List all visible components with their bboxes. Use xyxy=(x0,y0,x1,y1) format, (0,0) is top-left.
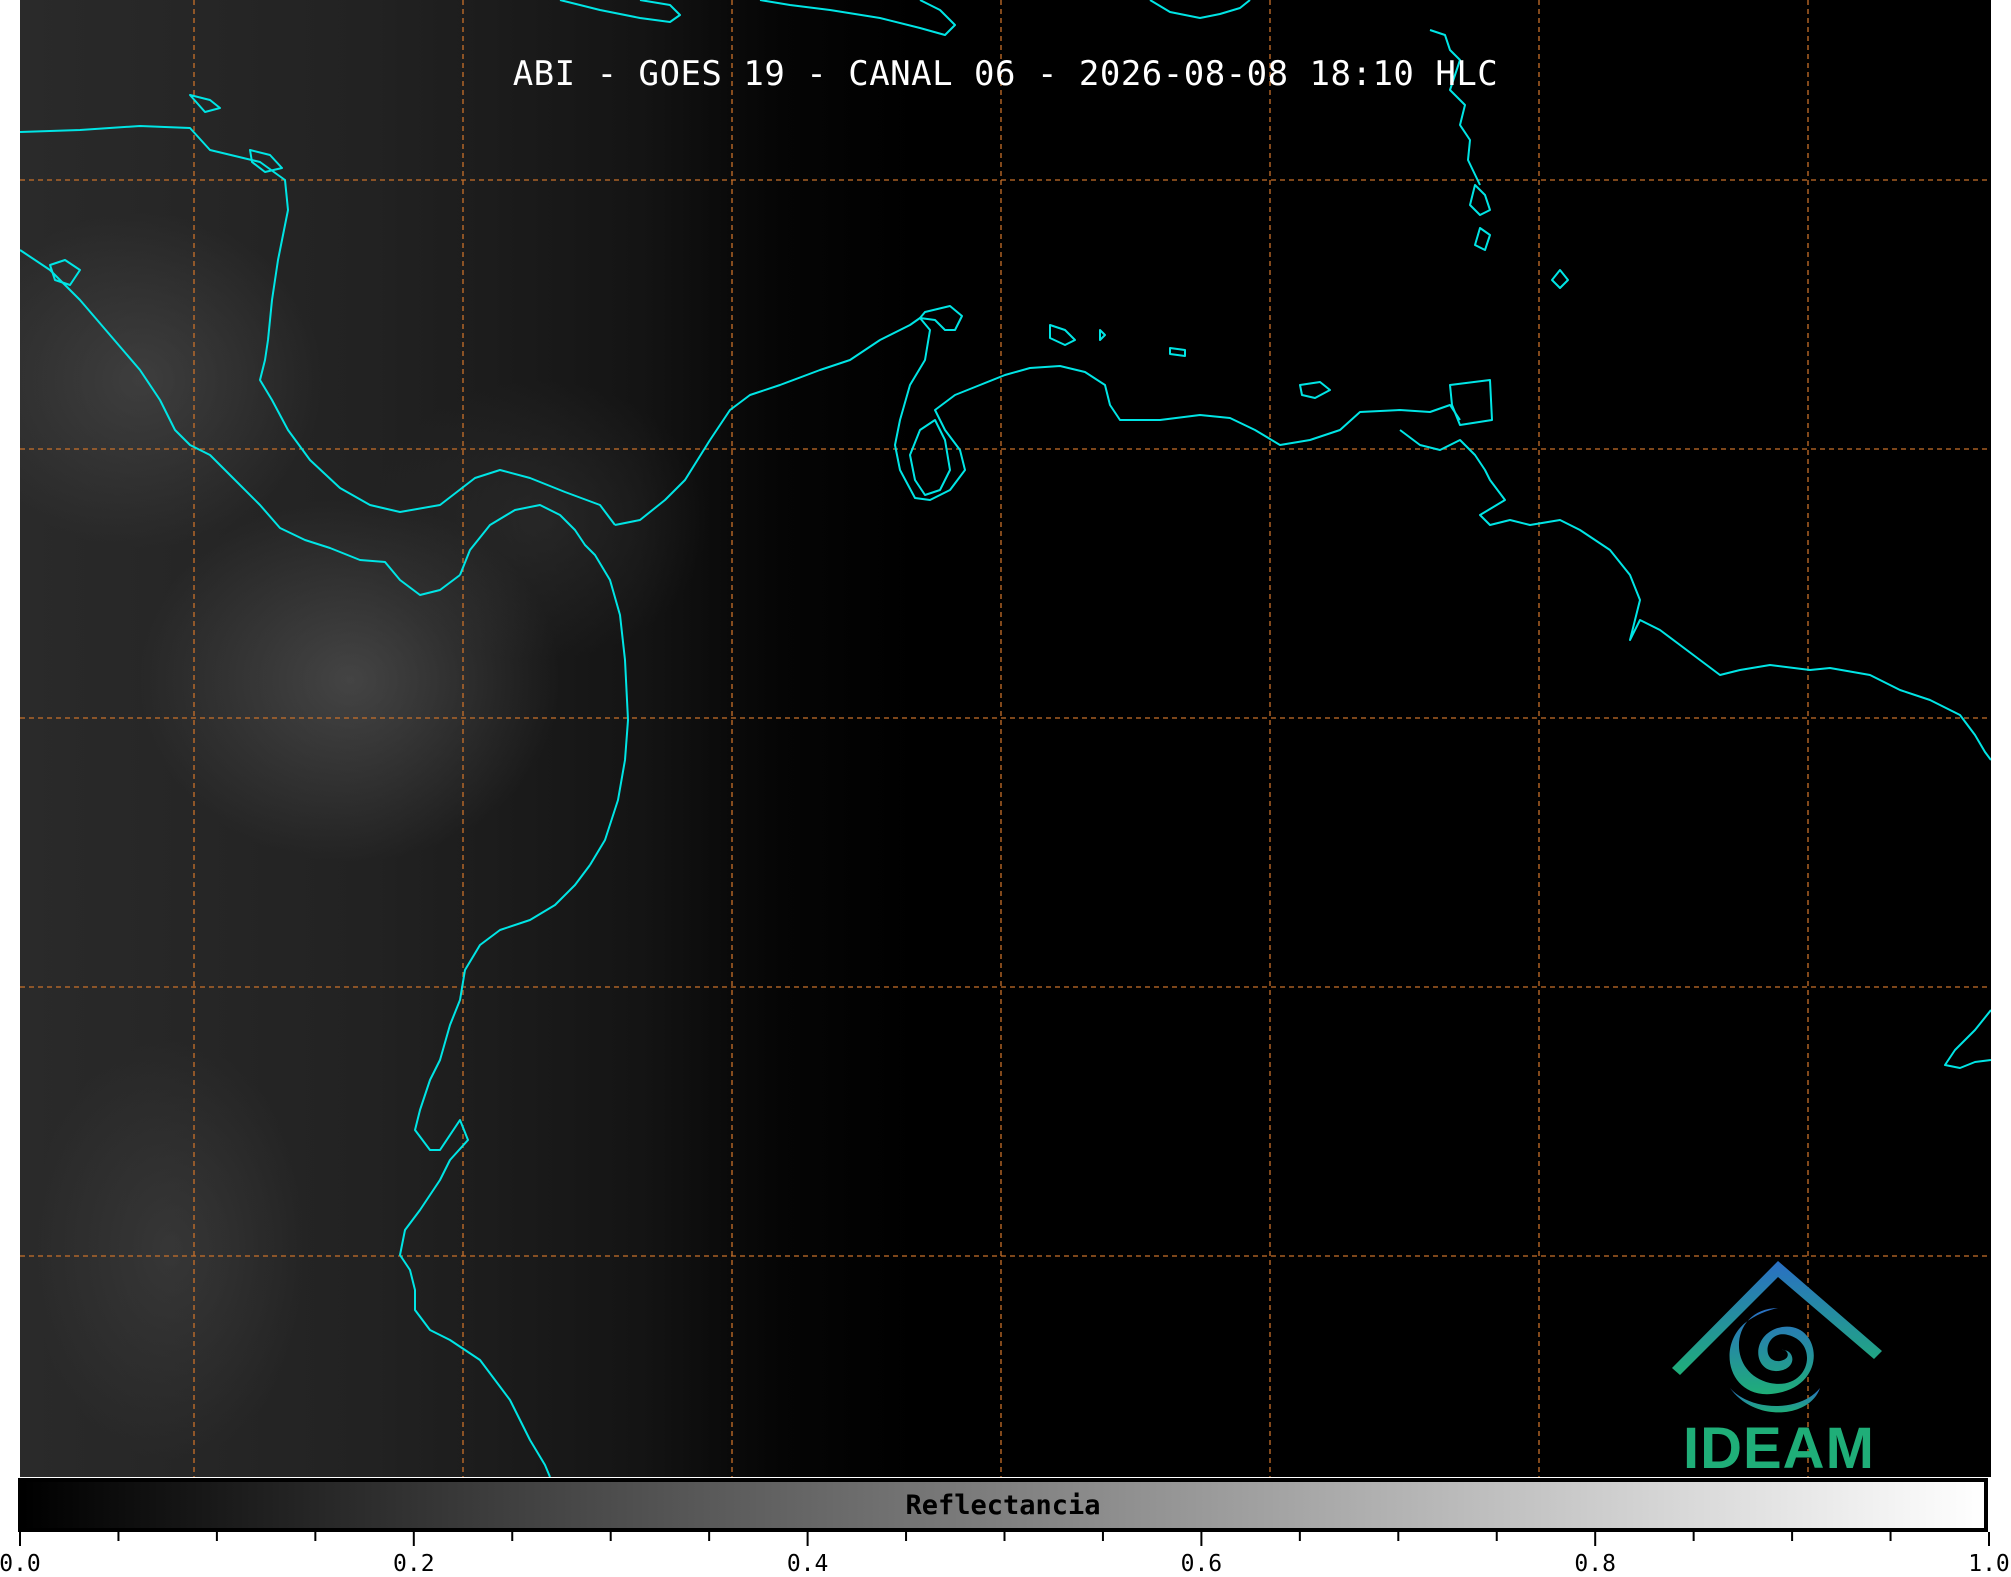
coastline-island xyxy=(1099,329,1106,341)
coastline-island xyxy=(1551,269,1569,289)
coastline-island xyxy=(1299,381,1331,399)
coastline-island xyxy=(1469,184,1491,216)
coastline-colombia-pacific xyxy=(399,864,591,1477)
colorbar-tick-label: 0.8 xyxy=(1574,1551,1616,1577)
coastline-south-east xyxy=(1944,1009,1991,1069)
colorbar-tick-label: 0.2 xyxy=(393,1551,435,1577)
coastline-caribbean-colombia xyxy=(614,317,1461,526)
coastline-island xyxy=(1169,347,1186,357)
ideam-logo-text: IDEAM xyxy=(1683,1416,1875,1481)
coastline-trinidad xyxy=(1449,379,1493,426)
coastline-central-america-pacific xyxy=(20,249,461,596)
coastline-island xyxy=(759,0,956,36)
colorbar-label: Reflectancia xyxy=(905,1490,1101,1521)
coastline-island xyxy=(559,0,681,23)
map-title: ABI - GOES 19 - CANAL 06 - 2026-08-08 18… xyxy=(512,54,1499,94)
coastline-island xyxy=(1474,227,1491,251)
coastline-lake-maracaibo xyxy=(909,419,951,496)
coastline-island xyxy=(1049,324,1076,346)
colorbar-ticks xyxy=(19,1532,1990,1546)
coastline-central-america xyxy=(20,125,616,526)
colorbar-tick-label: 0.6 xyxy=(1180,1551,1223,1577)
colorbar-tick-label: 0.4 xyxy=(786,1551,829,1577)
coastline-island xyxy=(49,259,81,286)
colorbar-tick-label: 0.0 xyxy=(0,1551,41,1577)
coastline-venezuela-east xyxy=(1399,429,1991,761)
coastline-island xyxy=(1149,0,1251,19)
colorbar-tick-label: 1.0 xyxy=(1968,1551,2010,1577)
coastline-panama xyxy=(459,504,629,866)
